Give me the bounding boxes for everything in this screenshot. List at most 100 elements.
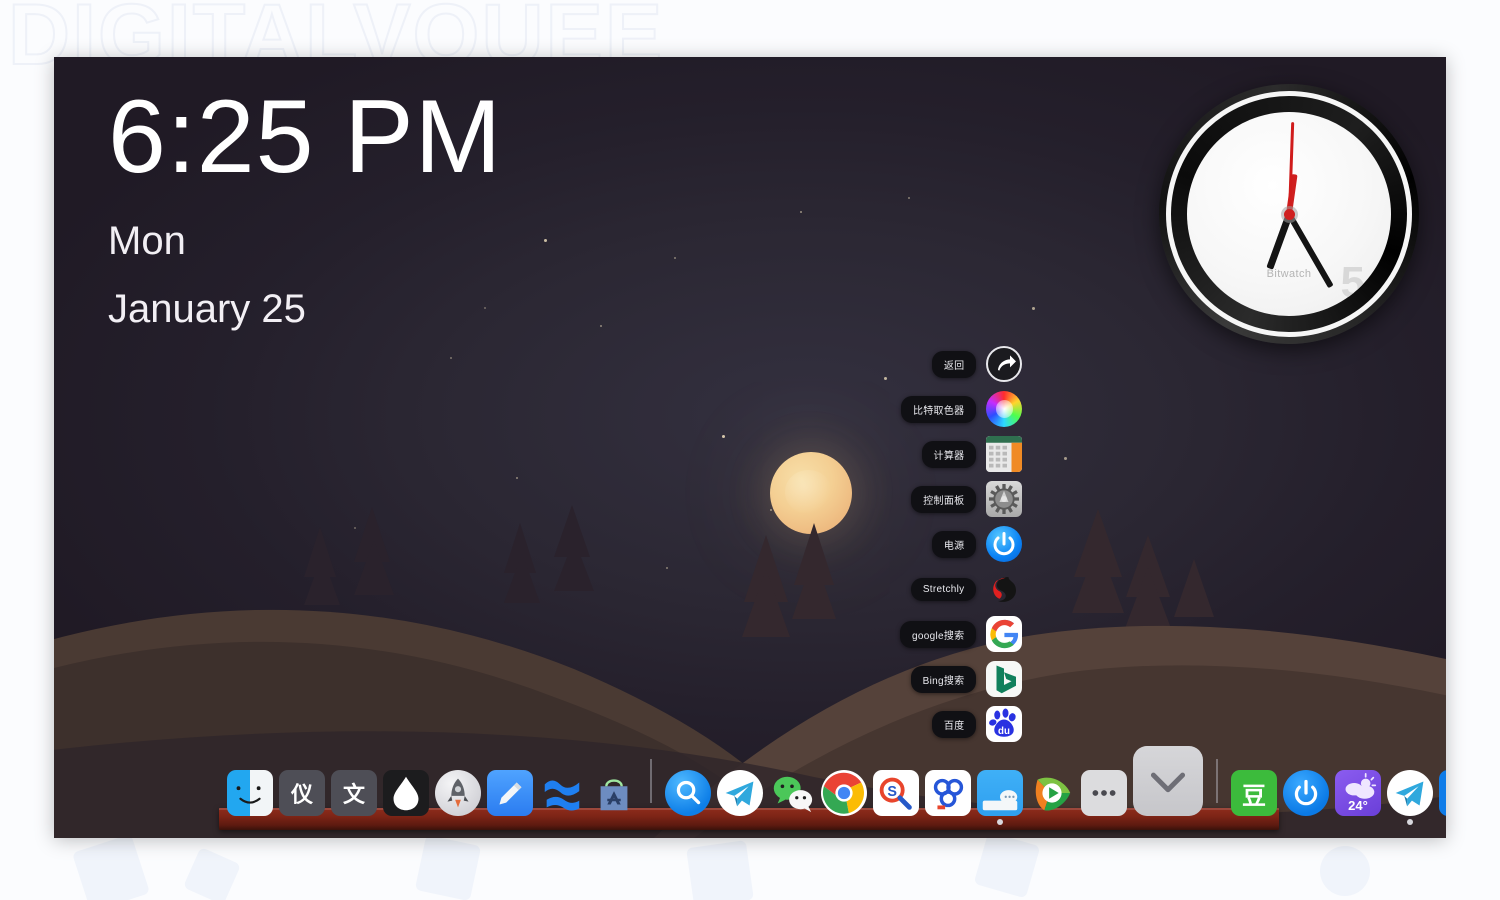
floating-quick-menu[interactable]: 返回比特取色器计算器控制面板电源 Stretchly google搜索 Bing搜索百… [900,345,1023,743]
dock-item-droplet-app[interactable] [383,770,429,816]
droplet-icon [383,770,429,816]
blue-ribbon-icon [539,770,585,816]
back-arrow-icon [986,346,1023,382]
play-triangle-icon [1029,770,1075,816]
wen-icon: 文 [331,770,377,816]
clock-date: January 25 [108,287,306,331]
power-circle-icon [1283,770,1329,816]
quick-menu-item-icon-slot[interactable] [986,346,1023,382]
quick-menu-item-4[interactable]: 控制面板 [900,480,1023,518]
dock-items[interactable]: 仪文 S 豆 24° 知 [219,746,1446,825]
finder-icon [227,770,273,816]
quick-menu-item-8[interactable]: Bing搜索 [900,660,1023,698]
sogou-icon: S [873,770,919,816]
dock-item-messages[interactable] [977,770,1023,825]
quick-menu-item-label: 百度 [931,710,977,738]
dock-item-ribbon-app[interactable] [539,770,585,816]
quick-menu-item-label: 电源 [931,530,977,558]
quick-menu-item-9[interactable]: 百度 du [900,705,1023,743]
ellipsis-icon [1081,770,1127,816]
dock-item-wechat[interactable] [769,770,815,816]
dock-item-wen-app[interactable]: 文 [331,770,377,816]
chevron-down-icon [1133,746,1203,816]
weather-icon: 24° [1335,770,1381,816]
bing-icon [986,661,1023,697]
dock[interactable]: 仪文 S 豆 24° 知 [219,746,1446,830]
quick-menu-item-icon-slot[interactable] [986,616,1023,652]
dock-item-douban[interactable]: 豆 [1231,770,1277,816]
dock-item-telegram-2[interactable] [1387,770,1433,825]
watermark-decor-icon [973,838,1041,899]
dock-item-chrome[interactable] [821,770,867,816]
quick-menu-item-label: Bing搜索 [910,665,977,693]
dock-item-more-apps[interactable] [1081,770,1127,816]
dock-separator [650,759,652,803]
dock-item-power-toggle[interactable] [1283,770,1329,816]
quick-menu-item-label: 返回 [931,350,977,378]
dock-item-baidu-netdisk[interactable] [925,770,971,816]
clock-center-cap [1283,208,1295,220]
dock-item-app-store[interactable] [591,770,637,816]
clock-hour-hand [1265,212,1293,270]
quick-menu-item-icon-slot[interactable] [986,481,1023,517]
dock-item-weather[interactable]: 24° [1335,770,1381,816]
baidu-netdisk-icon [925,770,971,816]
dock-item-zhihu[interactable]: 知 [1439,770,1446,816]
clock-time: 6:25 PM [108,79,503,195]
quick-menu-item-5[interactable]: 电源 [900,525,1023,563]
magnifier-icon [665,770,711,816]
dock-item-notes-app[interactable] [487,770,533,816]
quick-menu-item-icon-slot[interactable]: du [986,706,1023,742]
quick-menu-item-6[interactable]: Stretchly [900,570,1022,608]
zhihu-icon: 知 [1439,770,1446,816]
google-icon [986,616,1023,652]
telegram-icon [717,770,763,816]
dock-separator [1216,759,1218,803]
quick-menu-item-icon-slot[interactable] [986,571,1022,607]
telegram-white-icon [1387,770,1433,816]
dock-item-launchpad[interactable] [435,770,481,816]
quick-menu-item-icon-slot[interactable] [986,436,1023,472]
quick-menu-item-7[interactable]: google搜索 [900,615,1023,653]
desktop-clock-overlay: 6:25 PM Mon January 25 [108,85,502,329]
clock-weekday: Mon [108,219,186,263]
dock-item-telegram[interactable] [717,770,763,816]
quick-menu-item-2[interactable]: 比特取色器 [900,390,1023,428]
baidu-icon: du [986,706,1023,742]
dock-item-sogou[interactable]: S [873,770,919,816]
watermark-decor-icon [414,838,482,900]
pencil-note-icon [487,770,533,816]
svg-text:S: S [887,784,897,800]
analog-wall-clock-widget[interactable]: 5 Bitwatch [1159,84,1419,344]
dock-item-yi-app[interactable]: 仪 [279,770,325,816]
quick-menu-item-icon-slot[interactable] [986,526,1023,562]
dock-item-search-app[interactable] [665,770,711,816]
stretchly-icon [986,571,1022,607]
quick-menu-item-3[interactable]: 计算器 [900,435,1023,473]
dock-running-indicator [997,819,1003,825]
yi-icon: 仪 [279,770,325,816]
quick-menu-item-icon-slot[interactable] [986,391,1023,427]
calculator-icon [986,436,1023,472]
launchpad-icon [435,770,481,816]
desktop-screen[interactable]: 6:25 PM Mon January 25 5 Bitwatch 返回比特取色… [54,57,1446,838]
quick-menu-item-icon-slot[interactable] [986,661,1023,697]
color-picker-icon [986,391,1023,427]
clock-brand: Bitwatch [1266,268,1312,280]
messages-icon [977,770,1023,816]
app-store-icon [591,770,637,816]
quick-menu-item-1[interactable]: 返回 [900,345,1023,383]
quick-menu-item-label: google搜索 [900,620,977,648]
power-icon [986,526,1023,562]
dock-item-collapse-dock[interactable] [1133,746,1203,816]
douban-icon: 豆 [1231,770,1277,816]
quick-menu-item-label: 控制面板 [911,485,977,513]
clock-face: 5 Bitwatch [1187,112,1391,316]
watermark-decor-icon [182,846,242,900]
clock-numeral: 5 [1340,258,1365,307]
dock-item-media-player[interactable] [1029,770,1075,816]
quick-menu-item-label: Stretchly [910,577,977,601]
wechat-icon [769,770,815,816]
dock-item-finder[interactable] [227,770,273,816]
quick-menu-item-label: 计算器 [921,440,977,468]
